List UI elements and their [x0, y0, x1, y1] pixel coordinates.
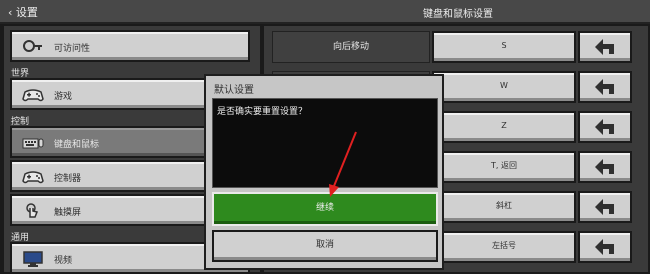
chevron-left-icon: ‹ [8, 6, 13, 19]
keybinding-action-label: 向后移动 [272, 31, 430, 63]
sidebar-item-label: 视频 [54, 256, 73, 266]
reset-key-button[interactable] [578, 71, 632, 103]
sidebar-item-label: 触摸屏 [54, 208, 82, 218]
controller-icon [22, 171, 44, 184]
sidebar-item-accessibility[interactable]: 可访问性 [10, 30, 250, 62]
reset-arrow-icon [595, 199, 614, 215]
continue-button[interactable]: 继续 [212, 192, 438, 226]
reset-key-button[interactable] [578, 151, 632, 183]
reset-key-button[interactable] [578, 231, 632, 263]
keybinding-key-button[interactable]: 斜杠 [432, 191, 576, 223]
keyboard-icon [22, 138, 44, 149]
reset-arrow-icon [595, 159, 614, 175]
back-button[interactable]: ‹ 设置 [8, 4, 38, 20]
keybinding-key-button[interactable]: T, 返回 [432, 151, 576, 183]
touch-icon [26, 203, 39, 218]
top-bar: ‹ 设置 键盘和鼠标设置 [0, 0, 650, 24]
sidebar-item-label: 键盘和鼠标 [54, 140, 100, 150]
reset-arrow-icon [595, 39, 614, 55]
reset-arrow-icon [595, 79, 614, 95]
gamepad-icon [22, 89, 44, 102]
keybinding-key-button[interactable]: Z [432, 111, 576, 143]
sidebar-item-label: 游戏 [54, 92, 73, 102]
reset-key-button[interactable] [578, 191, 632, 223]
dialog-title: 默认设置 [214, 85, 254, 96]
reset-arrow-icon [595, 119, 614, 135]
page-title: 键盘和鼠标设置 [423, 9, 493, 20]
reset-key-button[interactable] [578, 31, 632, 63]
dialog-message: 是否确实要重置设置？ [217, 107, 308, 117]
keybinding-key-button[interactable]: 左括号 [432, 231, 576, 263]
reset-defaults-dialog: 默认设置 是否确实要重置设置？ 继续 取消 [204, 74, 444, 270]
back-label: 设置 [15, 6, 38, 19]
keybinding-key-button[interactable]: W [432, 71, 576, 103]
dialog-message-box: 是否确实要重置设置？ [212, 98, 438, 188]
monitor-icon [23, 251, 43, 267]
reset-arrow-icon [595, 239, 614, 255]
key-icon [23, 40, 42, 52]
cancel-button[interactable]: 取消 [212, 230, 438, 262]
reset-key-button[interactable] [578, 111, 632, 143]
keybinding-key-button[interactable]: S [432, 31, 576, 63]
sidebar-item-label: 控制器 [54, 174, 82, 184]
sidebar-item-label: 可访问性 [54, 44, 91, 54]
